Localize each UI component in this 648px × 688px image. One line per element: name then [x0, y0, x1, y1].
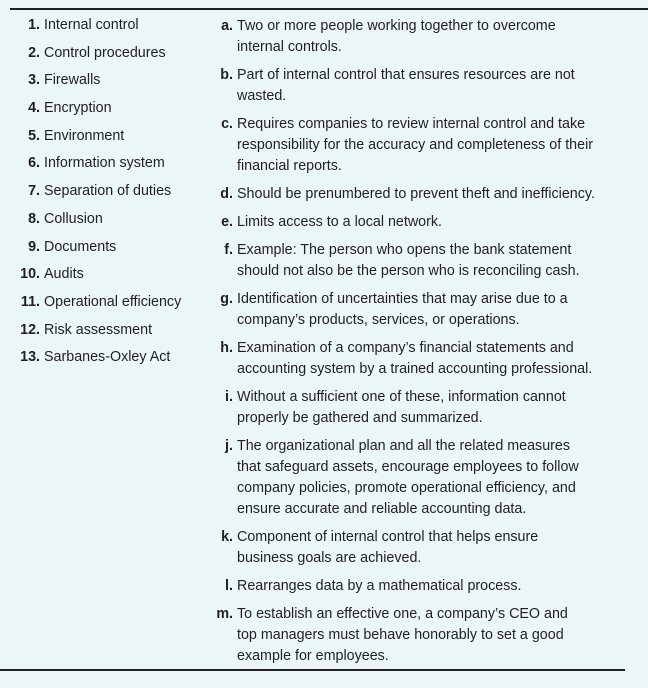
term-item: 5. Environment [16, 126, 206, 154]
term-number: 3. [28, 72, 40, 89]
definition-item: c. Requires companies to review internal … [212, 114, 632, 177]
definition-item: k. Component of internal control that hel… [212, 527, 632, 569]
definition-item: g. Identification of uncertainties that m… [212, 289, 632, 331]
term-item: 4. Encryption [16, 98, 206, 126]
definition-letter: h. [220, 340, 233, 356]
definition-item: l. Rearranges data by a mathematical proc… [212, 576, 632, 597]
bottom-rule [0, 669, 625, 671]
term-number: 13. [20, 349, 40, 366]
top-rule [10, 8, 648, 10]
term-number: 4. [28, 100, 40, 117]
definition-text: To establish an effective one, a company… [237, 606, 568, 664]
term-label: Firewalls [44, 72, 101, 89]
term-number: 1. [28, 17, 40, 33]
definition-item: i. Without a sufficient one of these, inf… [212, 387, 632, 429]
definition-item: f. Example: The person who opens the bank… [212, 240, 632, 282]
term-number: 7. [28, 183, 40, 200]
definition-text: Identification of uncertainties that may… [237, 291, 568, 328]
definition-item: b. Part of internal control that ensures … [212, 65, 632, 107]
term-label: Environment [44, 127, 125, 144]
definition-text: Requires companies to review internal co… [237, 116, 594, 174]
term-item: 6. Information system [16, 153, 206, 181]
definition-text: Examination of a company’s financial sta… [237, 340, 593, 377]
term-number: 6. [28, 155, 40, 172]
definition-text: Example: The person who opens the bank s… [237, 242, 580, 279]
term-label: Control procedures [44, 44, 166, 61]
definition-item: e. Limits access to a local network. [212, 212, 632, 233]
term-label: Risk assessment [44, 321, 153, 338]
terms-list: 1. Internal control 2. Control procedures 3.… [16, 15, 206, 375]
term-label: Sarbanes-Oxley Act [44, 349, 171, 366]
term-number: 5. [28, 127, 40, 144]
term-item: 2. Control procedures [16, 43, 206, 71]
definition-text: Part of internal control that ensures re… [237, 67, 575, 104]
term-label: Collusion [44, 210, 103, 227]
term-label: Audits [44, 266, 84, 283]
term-item: 3. Firewalls [16, 70, 206, 98]
definition-item: a. Two or more people working together to… [212, 16, 632, 58]
definition-item: j. The organizational plan and all the re… [212, 436, 632, 520]
definition-letter: a. [221, 18, 233, 34]
definition-letter: e. [221, 214, 233, 230]
term-label: Documents [44, 238, 117, 255]
term-number: 11. [20, 293, 40, 310]
term-number: 9. [28, 238, 40, 255]
term-item: 1. Internal control [16, 15, 206, 43]
term-item: 13. Sarbanes-Oxley Act [16, 347, 206, 375]
term-label: Internal control [44, 17, 139, 33]
definition-text: Limits access to a local network. [237, 214, 443, 230]
definition-letter: l. [225, 578, 233, 594]
definition-letter: j. [225, 438, 233, 454]
term-label: Separation of duties [44, 183, 172, 200]
term-item: 7. Separation of duties [16, 181, 206, 209]
term-item: 12. Risk assessment [16, 320, 206, 348]
definition-text: The organizational plan and all the rela… [237, 438, 579, 517]
definition-letter: c. [221, 116, 233, 132]
definition-text: Rearranges data by a mathematical proces… [237, 578, 522, 594]
term-label: Information system [44, 155, 165, 172]
term-number: 12. [20, 321, 40, 338]
term-number: 8. [28, 210, 40, 227]
term-label: Encryption [44, 100, 112, 117]
definition-text: Component of internal control that helps… [237, 529, 539, 566]
definition-letter: d. [220, 186, 233, 202]
definition-text: Should be prenumbered to prevent theft a… [237, 186, 595, 202]
definition-letter: b. [220, 67, 233, 83]
term-item: 8. Collusion [16, 209, 206, 237]
term-item: 11. Operational efficiency [16, 292, 206, 320]
term-item: 10. Audits [16, 264, 206, 292]
definition-item: h. Examination of a company’s financial s… [212, 338, 632, 380]
definition-letter: f. [224, 242, 233, 258]
term-number: 10. [20, 266, 40, 283]
term-item: 9. Documents [16, 237, 206, 265]
definition-letter: k. [221, 529, 233, 545]
definition-item: d. Should be prenumbered to prevent theft… [212, 184, 632, 205]
definition-text: Without a sufficient one of these, infor… [237, 389, 566, 426]
definitions-list: a. Two or more people working together to… [212, 16, 632, 674]
definition-letter: i. [225, 389, 233, 405]
definition-letter: m. [216, 606, 233, 622]
term-label: Operational efficiency [44, 293, 182, 310]
definition-letter: g. [220, 291, 233, 307]
definition-text: Two or more people working together to o… [237, 18, 556, 55]
definition-item: m. To establish an effective one, a compa… [212, 604, 632, 667]
term-number: 2. [28, 44, 40, 61]
